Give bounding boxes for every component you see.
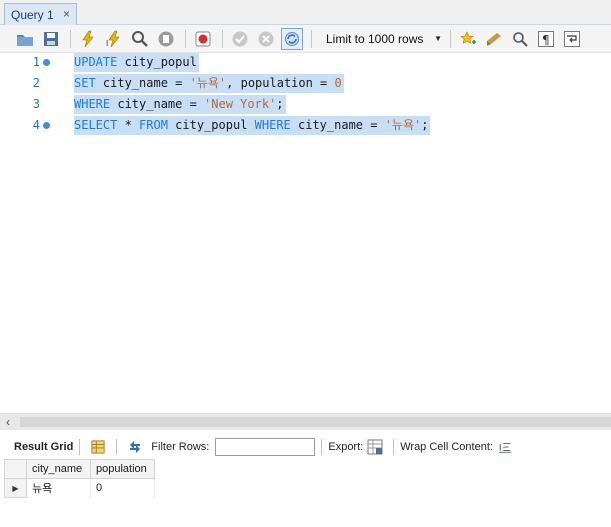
- open-folder-icon[interactable]: [14, 28, 36, 50]
- editor-horizontal-scrollbar[interactable]: ‹: [0, 413, 611, 430]
- sql-token-kw: SELECT: [74, 118, 118, 132]
- close-tab-icon[interactable]: ×: [63, 7, 70, 21]
- toolbar-separator: [222, 29, 223, 48]
- tab-title: Query 1: [11, 7, 54, 22]
- line-code: UPDATE city_popul: [74, 53, 199, 72]
- sql-token-plain: ;: [421, 118, 429, 132]
- line-number: 2: [32, 76, 40, 90]
- table-row[interactable]: ▶ 뉴욕 0: [4, 478, 155, 498]
- toolbar-separator: [79, 439, 81, 455]
- sql-token-str: '뉴욕': [384, 118, 422, 132]
- table-cell[interactable]: 0: [90, 478, 155, 498]
- column-header-population[interactable]: population: [90, 459, 155, 479]
- line-code: WHERE city_name = 'New York';: [74, 95, 286, 114]
- table-cell[interactable]: 뉴욕: [26, 478, 91, 498]
- beautify-icon[interactable]: [457, 28, 479, 50]
- line-code: SELECT * FROM city_popul WHERE city_name…: [74, 116, 431, 135]
- line-code: SET city_name = '뉴욕', population = 0: [74, 74, 344, 93]
- row-pointer-icon: ▶: [4, 478, 27, 498]
- toolbar-separator: [450, 29, 451, 48]
- limit-rows-select[interactable]: Limit to 1000 rows ▼: [318, 29, 446, 49]
- filter-rows-label: Filter Rows:: [151, 441, 210, 453]
- sql-token-kw: WHERE: [254, 118, 291, 132]
- chevron-down-icon: ▼: [434, 34, 442, 43]
- export-label: Export:: [328, 441, 364, 453]
- grid-layout-icon[interactable]: [90, 439, 106, 455]
- execute-icon[interactable]: [77, 28, 99, 50]
- column-header-city-name[interactable]: city_name: [26, 459, 91, 479]
- autocommit-icon[interactable]: [281, 27, 303, 50]
- sql-editor-toolbar: I Limit to 1000 rows ▼ ¶: [0, 25, 611, 53]
- result-toolbar: Result Grid Filter Rows: Export: Wrap Ce…: [0, 437, 611, 457]
- sql-token-str: '뉴욕': [189, 76, 227, 90]
- tab-query-1[interactable]: Query 1 ×: [4, 3, 77, 25]
- find-icon[interactable]: [509, 28, 531, 50]
- wrap-icon[interactable]: [561, 28, 583, 50]
- sql-token-plain: city_name =: [290, 118, 385, 132]
- editor-line: 2 SET city_name = '뉴욕', population = 0: [0, 74, 611, 95]
- toggle-stop-on-error-icon[interactable]: [192, 28, 214, 50]
- editor-line: 3 WHERE city_name = 'New York';: [0, 95, 611, 116]
- toolbar-separator: [70, 29, 71, 48]
- sql-token-kw: WHERE: [74, 97, 111, 111]
- sql-editor[interactable]: 1 UPDATE city_popul 2 SET city_name = '뉴…: [0, 53, 611, 413]
- toolbar-separator: [185, 29, 186, 48]
- sql-token-plain: city_name =: [95, 76, 190, 90]
- sql-token-kw: UPDATE: [74, 55, 118, 69]
- wrap-cell-icon[interactable]: I: [497, 439, 513, 455]
- filter-rows-input[interactable]: [215, 438, 316, 456]
- invisible-chars-icon[interactable]: ¶: [535, 28, 557, 50]
- commit-icon[interactable]: [229, 28, 251, 50]
- toolbar-separator: [393, 439, 395, 455]
- sql-token-plain: city_popul: [167, 118, 255, 132]
- wrap-cell-content-label: Wrap Cell Content:: [400, 441, 493, 453]
- line-number: 1: [32, 55, 40, 69]
- line-number: 3: [32, 97, 40, 111]
- sql-token-str: 'New York': [204, 97, 277, 111]
- stop-icon[interactable]: [155, 28, 177, 50]
- sql-token-kw: FROM: [139, 118, 168, 132]
- sql-token-plain: , population =: [226, 76, 335, 90]
- editor-line: 1 UPDATE city_popul: [0, 53, 611, 74]
- refresh-icon[interactable]: [127, 439, 143, 455]
- statement-marker-icon: [43, 59, 50, 66]
- svg-text:I: I: [106, 39, 108, 48]
- rollback-icon[interactable]: [255, 28, 277, 50]
- toolbar-separator: [321, 439, 323, 455]
- sql-token-plain: city_popul: [117, 55, 197, 69]
- toolbar-separator: [116, 439, 118, 455]
- sql-token-kw: SET: [74, 76, 96, 90]
- result-grid-tab[interactable]: Result Grid: [14, 441, 73, 453]
- sql-token-plain: *: [117, 118, 140, 132]
- explain-icon[interactable]: [129, 28, 151, 50]
- line-number: 4: [32, 118, 40, 132]
- sql-token-plain: city_name =: [110, 97, 205, 111]
- brush-icon[interactable]: [483, 28, 505, 50]
- limit-rows-value: Limit to 1000 rows: [326, 31, 424, 46]
- svg-text:¶: ¶: [542, 33, 550, 47]
- scrollbar-thumb[interactable]: [20, 417, 611, 427]
- statement-marker-icon: [43, 122, 50, 129]
- query-tab-strip: Query 1 ×: [0, 0, 611, 25]
- result-grid: city_name population ▶ 뉴욕 0: [4, 459, 164, 498]
- grid-header-row: city_name population: [4, 459, 155, 479]
- toolbar-separator: [311, 29, 312, 48]
- row-header-corner: [4, 459, 27, 479]
- export-icon[interactable]: [367, 439, 383, 455]
- editor-line: 4 SELECT * FROM city_popul WHERE city_na…: [0, 116, 611, 137]
- scroll-left-icon[interactable]: ‹: [6, 415, 10, 429]
- sql-token-plain: ;: [276, 97, 284, 111]
- execute-current-icon[interactable]: I: [103, 28, 125, 50]
- sql-token-num: 0: [334, 76, 342, 90]
- save-icon[interactable]: [40, 28, 62, 50]
